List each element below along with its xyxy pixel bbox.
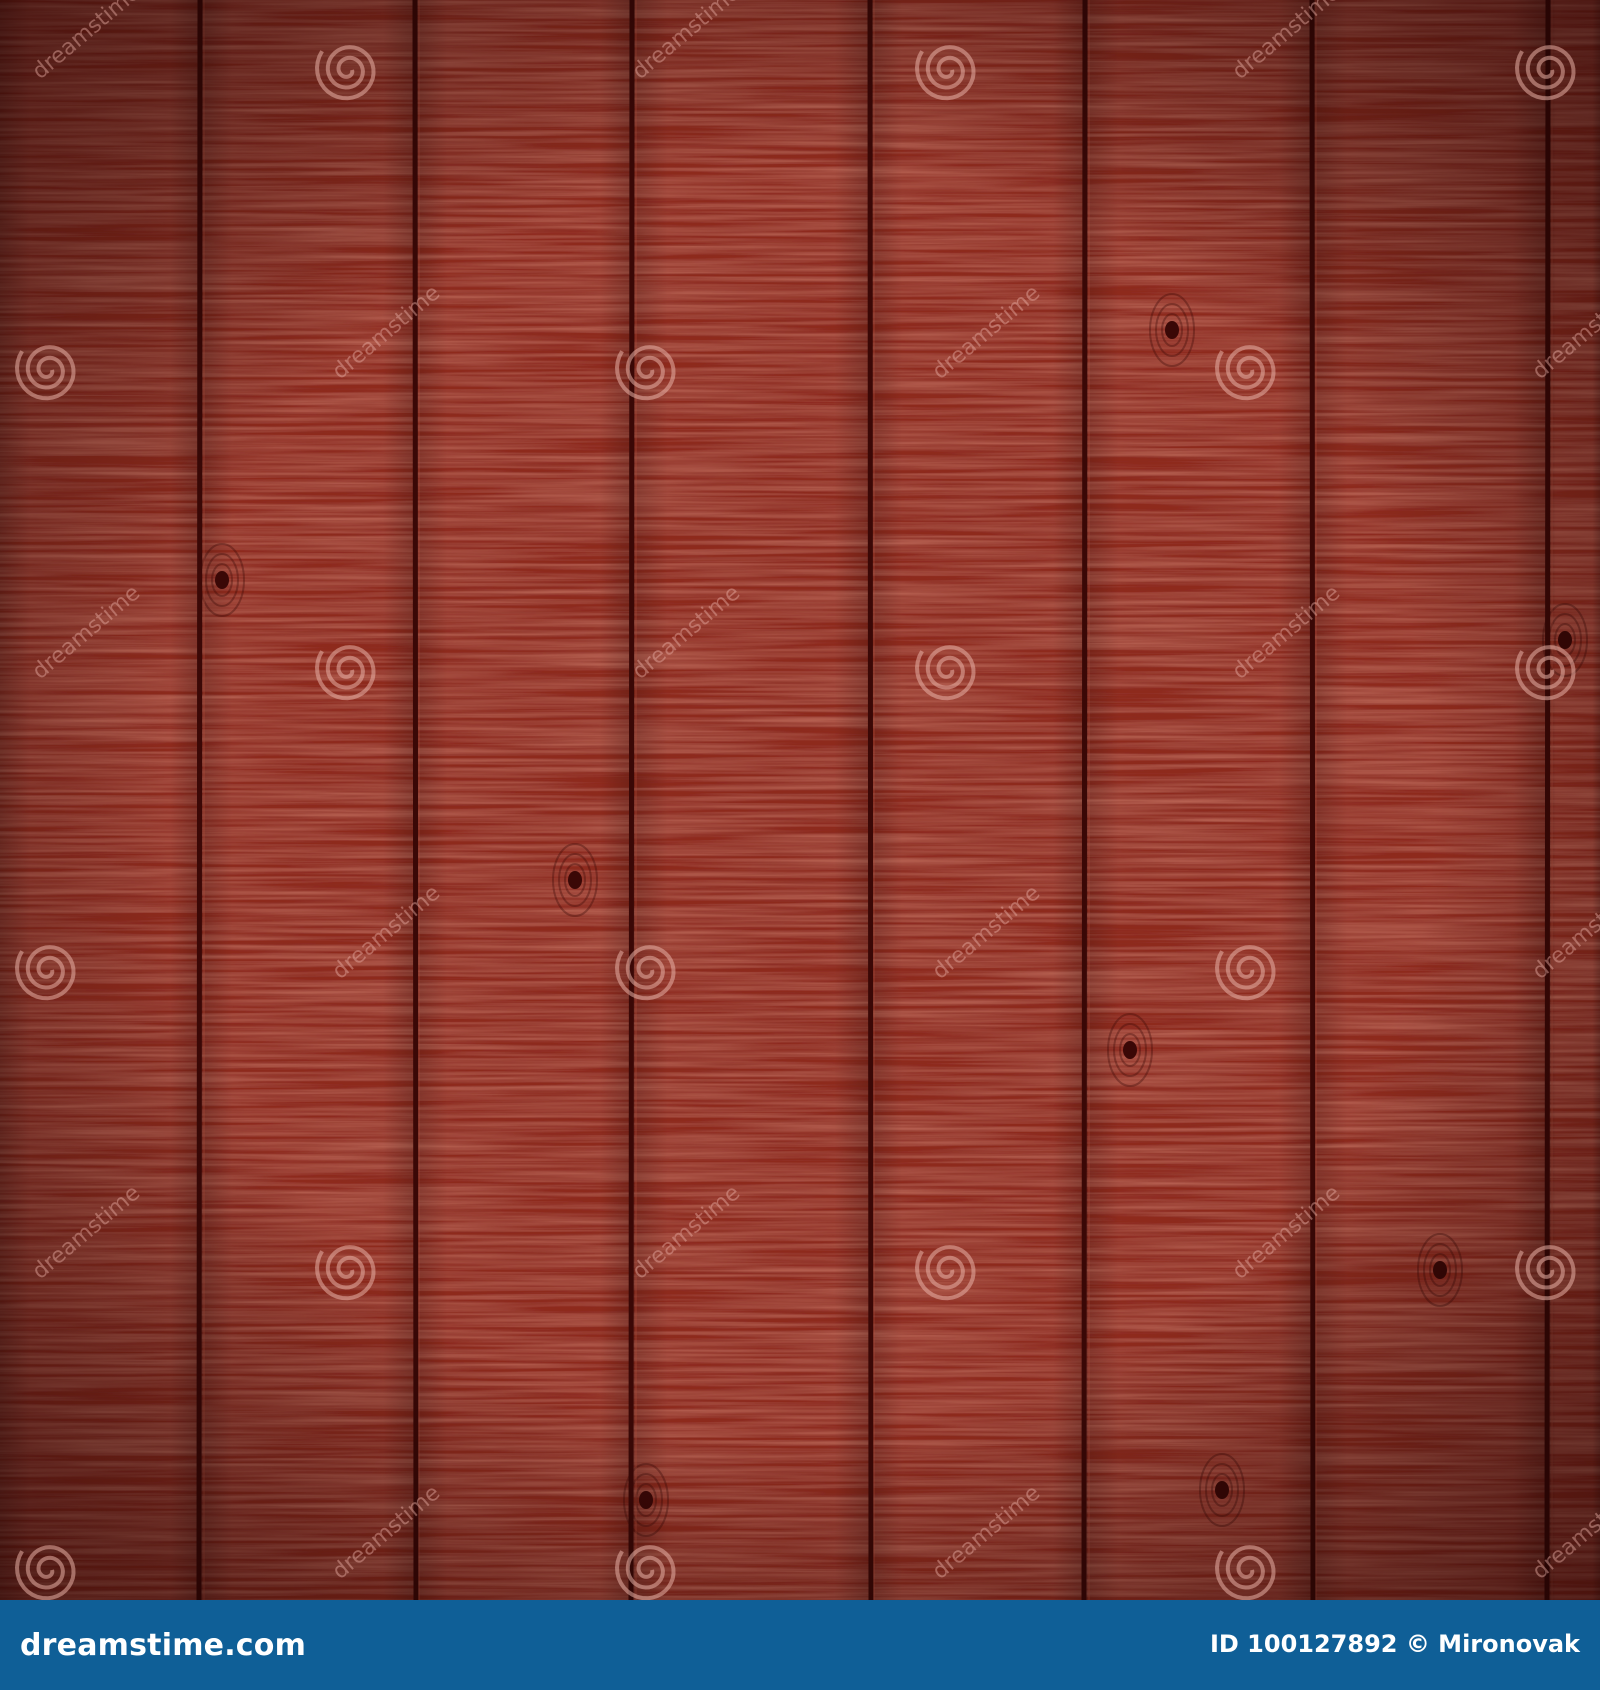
brand-text[interactable]: dreamstime.com <box>20 1628 306 1663</box>
image-credit: ID 100127892 © Mironovak <box>1209 1630 1580 1658</box>
wood-plank-photo: dreamstime dreamstime dreamstime dreamstime… <box>0 0 1600 1600</box>
wood-texture: dreamstime dreamstime dreamstimedreamstime… <box>0 0 1600 1600</box>
footer-bar: dreamstime.com ID 100127892 © Mironovak <box>0 1600 1600 1690</box>
